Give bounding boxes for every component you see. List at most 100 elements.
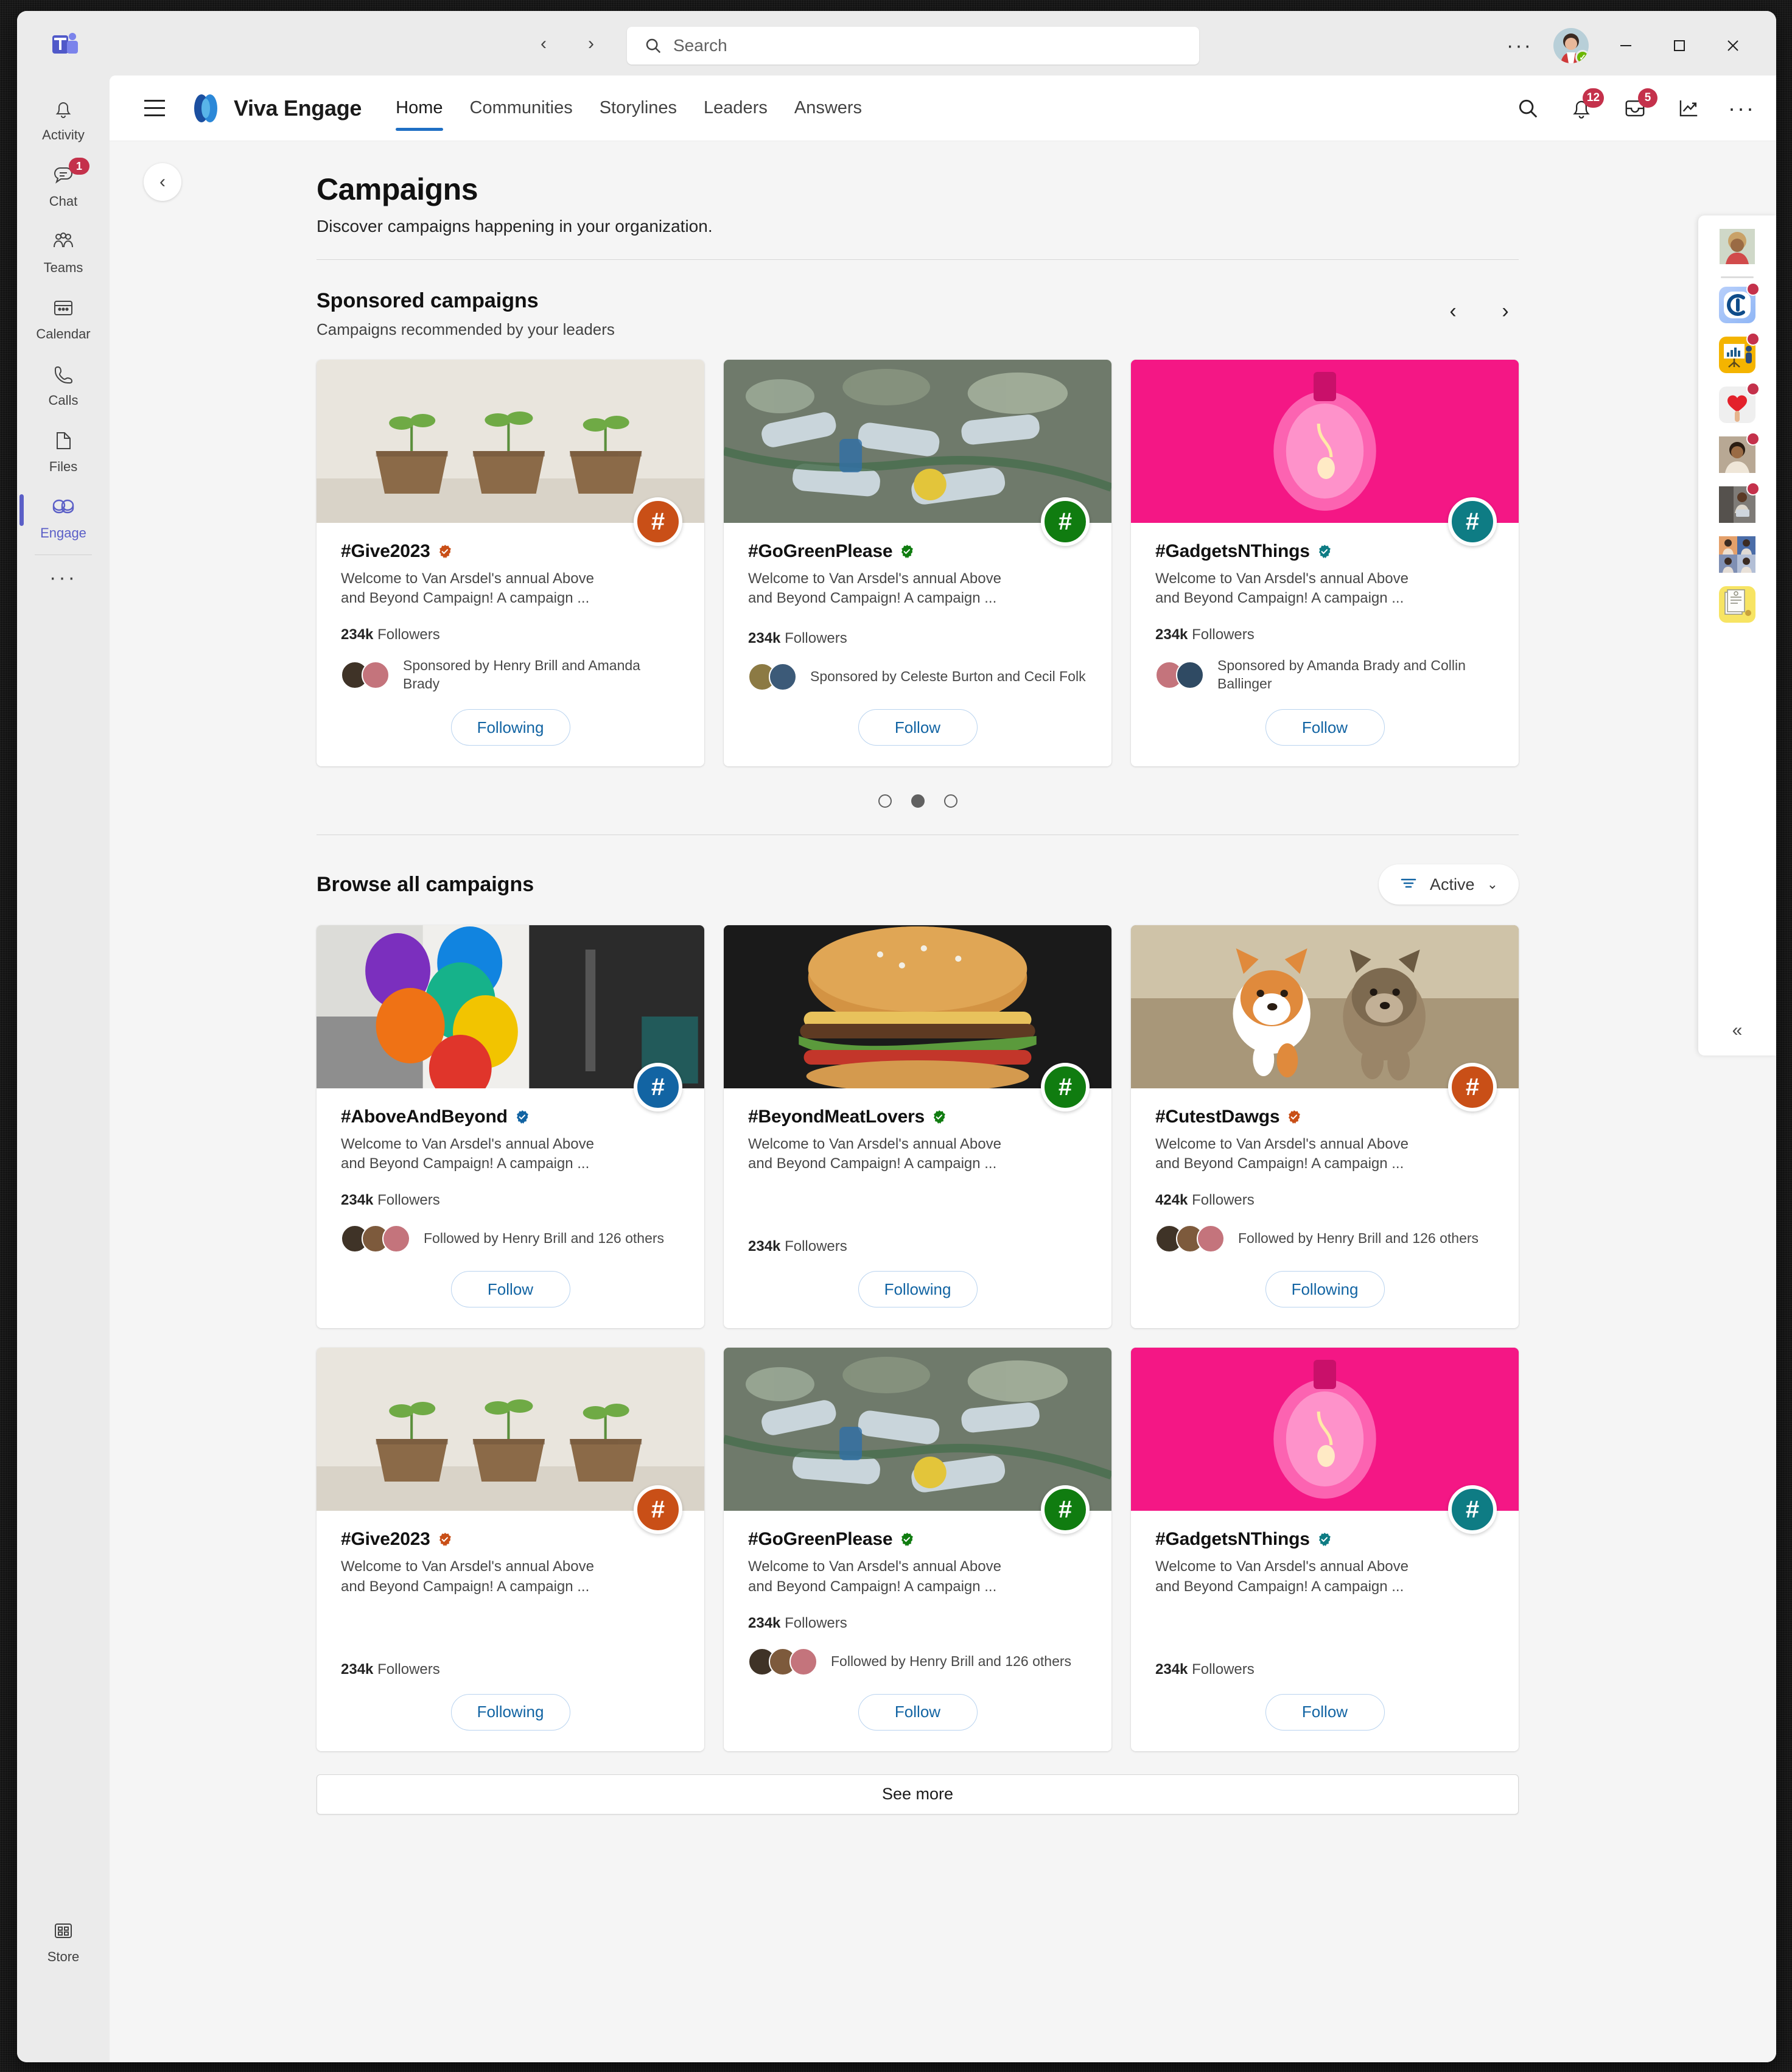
sidebar-item-files[interactable]: Files (24, 418, 103, 481)
notification-dot (1746, 482, 1760, 495)
close-button[interactable] (1717, 29, 1749, 62)
browse-section-header: Browse all campaigns Active ⌄ (317, 864, 1519, 905)
sidebar-item-store[interactable]: Store (24, 1908, 103, 1971)
facepile[interactable] (341, 1225, 410, 1253)
followers-count: 234k (1155, 626, 1188, 643)
followers-count: 234k (748, 1238, 781, 1255)
campaign-title: #Give2023 (341, 1529, 430, 1550)
app-body: Activity 1 Chat Teams Calendar Calls Fil… (17, 75, 1776, 2062)
follow-toggle-button[interactable]: Follow (1265, 1693, 1385, 1731)
carousel-dot-active[interactable] (911, 794, 925, 808)
card-spacer (341, 1597, 680, 1661)
forward-nav-arrow[interactable]: › (579, 32, 603, 56)
tab-home[interactable]: Home (382, 75, 456, 141)
campaign-title-row: #AboveAndBeyond (341, 1107, 680, 1127)
titlebar-overflow-icon[interactable]: ··· (1507, 35, 1533, 56)
campaign-facepile-row: Followed by Henry Brill and 126 others (1155, 1222, 1494, 1255)
hamburger-menu-icon[interactable] (136, 90, 173, 127)
tab-answers[interactable]: Answers (781, 75, 875, 141)
see-more-button[interactable]: See more (317, 1774, 1519, 1815)
analytics-icon[interactable] (1675, 94, 1703, 122)
tab-storylines[interactable]: Storylines (586, 75, 690, 141)
person-app-icon[interactable] (1719, 432, 1760, 473)
sidebar-item-activity[interactable]: Activity (24, 86, 103, 149)
campaign-title-row: #CutestDawgs (1155, 1107, 1494, 1127)
sidebar-item-chat[interactable]: 1 Chat (24, 153, 103, 215)
viva-engage-header: Viva Engage Home Communities Storylines … (110, 75, 1776, 141)
sidebar-item-calls[interactable]: Calls (24, 352, 103, 415)
minimize-button[interactable] (1609, 29, 1642, 62)
campaign-title-row: #GoGreenPlease (748, 1529, 1087, 1550)
follow-toggle-button[interactable]: Following (858, 1271, 978, 1308)
documents-app-icon[interactable] (1719, 586, 1755, 623)
search-icon[interactable] (1514, 94, 1542, 122)
campaign-card[interactable]: # #AboveAndBeyond Welcome to Van Arsdel'… (317, 925, 704, 1329)
heart-app-icon[interactable] (1719, 382, 1760, 423)
page-back-button[interactable]: ‹ (144, 163, 181, 201)
laptop-person-app-icon[interactable] (1719, 482, 1760, 523)
campaign-hashtag-badge: # (634, 497, 682, 546)
carousel-prev-button[interactable]: ‹ (1440, 298, 1466, 324)
campaign-title-row: #Give2023 (341, 541, 680, 562)
follow-toggle-button[interactable]: Follow (858, 1693, 978, 1731)
campaign-description: Welcome to Van Arsdel's annual Above and… (748, 570, 1001, 607)
campaign-description: Welcome to Van Arsdel's annual Above and… (1155, 570, 1409, 607)
follow-toggle-button[interactable]: Follow (450, 1271, 570, 1308)
presentation-app-icon[interactable] (1719, 332, 1760, 373)
facepile[interactable] (1155, 1225, 1225, 1253)
facepile[interactable] (748, 663, 797, 691)
follow-toggle-button[interactable]: Following (450, 709, 570, 746)
tab-leaders[interactable]: Leaders (690, 75, 781, 141)
campaign-hashtag-badge: # (1448, 1063, 1497, 1112)
carousel-nav: ‹ › (1440, 289, 1519, 324)
follow-toggle-button[interactable]: Following (450, 1693, 570, 1731)
right-rail-avatar[interactable] (1720, 229, 1755, 264)
viva-connections-app-icon[interactable] (1719, 282, 1760, 323)
sidebar-item-engage[interactable]: Engage (19, 485, 103, 547)
campaign-card[interactable]: # #Give2023 Welcome to Van Arsdel's annu… (317, 360, 704, 767)
facepile[interactable] (748, 1647, 817, 1676)
campaign-card[interactable]: # #GoGreenPlease Welcome to Van Arsdel's… (724, 1348, 1111, 1751)
back-nav-arrow[interactable]: ‹ (531, 32, 556, 56)
page-scroll-region[interactable]: ‹ Campaigns Discover campaigns happening… (110, 141, 1776, 2062)
page-content: Campaigns Discover campaigns happening i… (317, 141, 1519, 1857)
carousel-dot[interactable] (943, 794, 957, 808)
sidebar-item-calendar[interactable]: Calendar (24, 285, 103, 348)
campaign-byline: Followed by Henry Brill and 126 others (831, 1653, 1072, 1669)
tab-communities[interactable]: Communities (457, 75, 586, 141)
campaign-card[interactable]: # #GoGreenPlease Welcome to Van Arsdel's… (724, 360, 1111, 767)
window-nav-arrows: ‹ › (531, 32, 603, 56)
global-search-box[interactable]: Search (627, 27, 1199, 65)
sidebar-label-store: Store (47, 1949, 80, 1964)
follow-toggle-button[interactable]: Following (1265, 1271, 1385, 1308)
user-avatar[interactable] (1553, 28, 1589, 63)
notifications-bell-icon[interactable]: 12 (1567, 88, 1605, 122)
campaign-card[interactable]: # #BeyondMeatLovers Welcome to Van Arsde… (724, 925, 1111, 1329)
facepile[interactable] (341, 661, 390, 690)
carousel-dot[interactable] (878, 794, 892, 808)
facepile[interactable] (1155, 661, 1204, 690)
carousel-next-button[interactable]: › (1492, 298, 1519, 324)
campaign-status-filter[interactable]: Active ⌄ (1379, 864, 1519, 905)
campaign-card-body: # #CutestDawgs Welcome to Van Arsdel's a… (1131, 1063, 1519, 1328)
campaign-cover-image (317, 925, 704, 1102)
right-rail-collapse-button[interactable]: « (1732, 1020, 1743, 1041)
rail-more-apps-icon[interactable]: ··· (49, 558, 77, 598)
campaign-card[interactable]: # #Give2023 Welcome to Van Arsdel's annu… (317, 1348, 704, 1751)
campaign-cover-image (317, 360, 704, 523)
follow-toggle-button[interactable]: Follow (858, 709, 978, 746)
campaign-card[interactable]: # #GadgetsNThings Welcome to Van Arsdel'… (1131, 360, 1519, 767)
people-grid-app-icon[interactable] (1719, 536, 1755, 573)
inbox-icon[interactable]: 5 (1621, 88, 1658, 122)
campaign-card[interactable]: # #CutestDawgs Welcome to Van Arsdel's a… (1131, 925, 1519, 1329)
filter-label: Active (1430, 875, 1475, 894)
sidebar-item-teams[interactable]: Teams (24, 219, 103, 282)
maximize-button[interactable] (1663, 29, 1696, 62)
followers-count: 234k (748, 1614, 781, 1631)
viva-engage-brand[interactable]: Viva Engage (190, 93, 362, 124)
teams-logo-icon (52, 32, 80, 57)
engage-more-options-icon[interactable]: ··· (1728, 97, 1755, 119)
section-divider (317, 259, 1519, 260)
follow-toggle-button[interactable]: Follow (1265, 709, 1385, 746)
campaign-card[interactable]: # #GadgetsNThings Welcome to Van Arsdel'… (1131, 1348, 1519, 1751)
